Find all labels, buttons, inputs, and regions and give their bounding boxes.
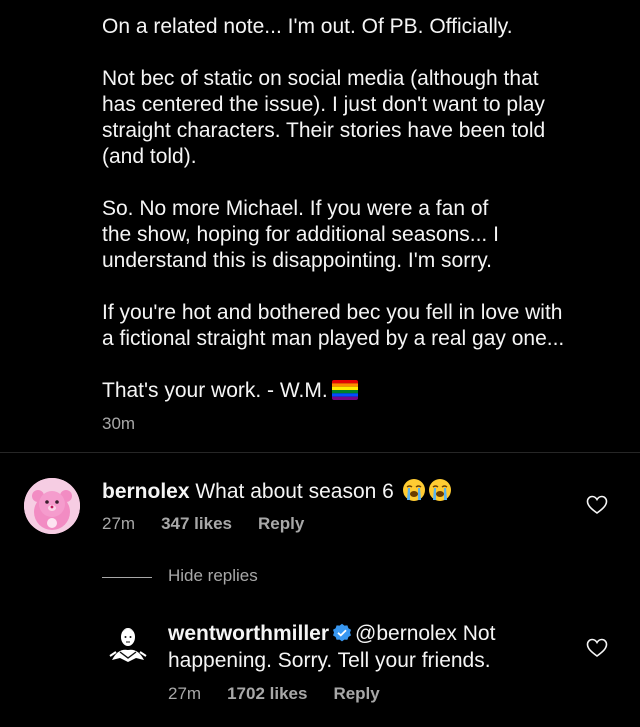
reply-likes[interactable]: 1702 likes [227,684,307,703]
reply-meta: 27m 1702 likes Reply [168,684,406,704]
comment-timestamp: 27m [102,514,136,533]
caption-paragraph: If you're hot and bothered bec you fell … [102,301,565,350]
reply-text: Not [456,622,496,645]
caption-paragraph: Not bec of static on social media (altho… [102,67,546,168]
mention-link[interactable]: @bernolex [355,622,457,645]
loudly-crying-face-icon [428,478,452,502]
reply-button[interactable]: Reply [258,514,304,533]
verified-badge-icon [332,623,352,643]
loudly-crying-face-icon [402,478,426,502]
comment: bernolex What about season 6 [102,478,452,505]
sketch-portrait-avatar-icon [106,622,150,666]
caption-paragraph: So. No more Michael. If you were a fan o… [102,197,499,272]
divider [0,452,640,453]
comment-meta: 27m 347 likes Reply [102,514,330,534]
caption-paragraph: On a related note... I'm out. Of PB. Off… [102,15,513,38]
avatar[interactable] [106,622,150,666]
reply-button[interactable]: Reply [333,684,379,703]
caption-paragraph: That's your work. - W.M. [102,379,328,402]
post-caption: On a related note... I'm out. Of PB. Off… [102,14,612,404]
care-bear-avatar-icon [24,478,80,534]
rainbow-flag-icon [331,380,358,400]
reply-comment: wentworthmiller @bernolex Not happening. S… [168,620,568,674]
avatar[interactable] [24,478,80,534]
heart-icon[interactable] [586,495,608,515]
post-timestamp: 30m [102,414,136,433]
reply-text: happening. Sorry. Tell your friends. [168,649,491,672]
comment-text: What about season 6 [189,480,400,503]
reply-timestamp: 27m [168,684,202,703]
hide-replies-button[interactable]: Hide replies [168,566,258,586]
heart-icon[interactable] [586,638,608,658]
comment-likes[interactable]: 347 likes [161,514,232,533]
hide-replies-line [102,577,152,578]
reply-username[interactable]: wentworthmiller [168,622,329,645]
comment-username[interactable]: bernolex [102,480,190,503]
